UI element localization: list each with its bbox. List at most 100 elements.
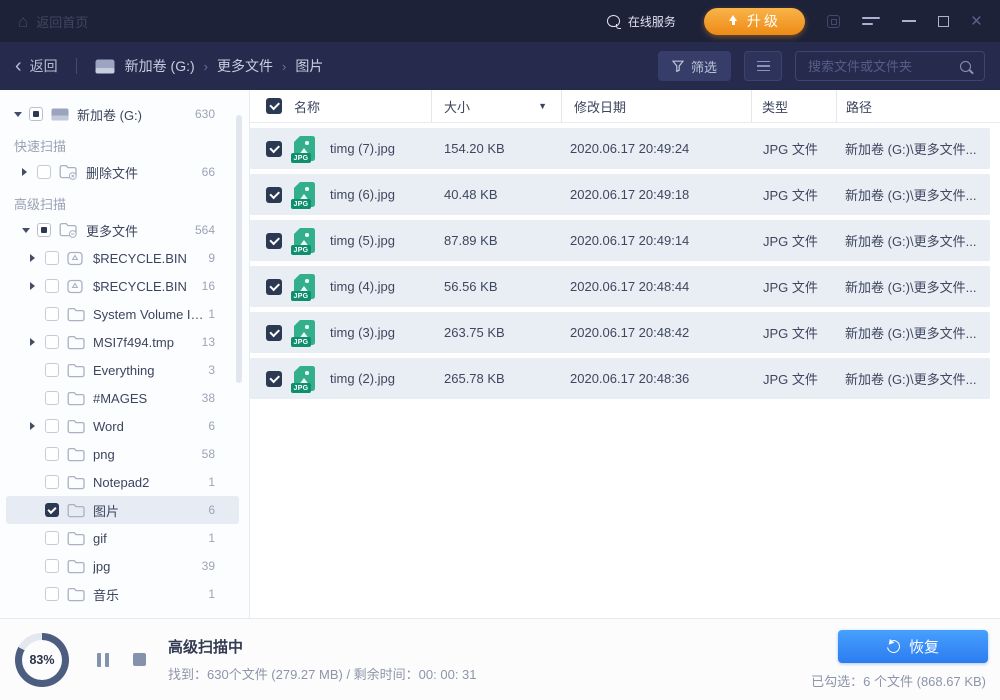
sidebar-item[interactable]: Word6	[6, 412, 239, 440]
item-count: 1	[208, 475, 239, 489]
tree-checkbox[interactable]	[45, 419, 59, 433]
tree-checkbox[interactable]	[45, 307, 59, 321]
file-date: 2020.06.17 20:49:24	[560, 141, 750, 156]
recover-button[interactable]: 恢复	[838, 630, 988, 663]
tree-checkbox[interactable]	[45, 559, 59, 573]
file-date: 2020.06.17 20:49:18	[560, 187, 750, 202]
back-button[interactable]: ‹ 返回	[15, 56, 58, 76]
sidebar-section-label: 高级扫描	[0, 190, 249, 216]
sidebar-item[interactable]: gif1	[6, 524, 239, 552]
expand-arrow-icon[interactable]	[22, 228, 34, 233]
scan-status-title: 高级扫描中	[168, 636, 477, 657]
sidebar-item[interactable]: 删除文件66	[6, 158, 239, 186]
tree-checkbox[interactable]	[45, 279, 59, 293]
breadcrumb-segment-current[interactable]: 图片	[295, 56, 323, 76]
sidebar-item[interactable]: $RECYCLE.BIN16	[6, 272, 239, 300]
sort-arrow-icon[interactable]: ▼	[538, 101, 547, 111]
item-label: 图片	[93, 501, 119, 520]
row-checkbox[interactable]	[266, 371, 282, 387]
item-label: MSI7f494.tmp	[93, 335, 174, 350]
feedback-button[interactable]	[827, 15, 840, 28]
online-service-button[interactable]: 在线服务	[601, 12, 682, 31]
filter-button[interactable]: 筛选	[658, 51, 731, 81]
tree-checkbox[interactable]	[45, 475, 59, 489]
tree-checkbox[interactable]	[37, 165, 51, 179]
sidebar-item[interactable]: 新加卷 (G:)630	[6, 100, 239, 128]
tree-checkbox[interactable]	[45, 503, 59, 517]
item-count: 13	[202, 335, 239, 349]
collapse-arrow-icon[interactable]	[22, 168, 34, 176]
column-header-size[interactable]: 大小 ▼	[431, 90, 561, 122]
select-all-checkbox[interactable]	[266, 98, 282, 114]
tree-checkbox[interactable]	[37, 223, 51, 237]
tree-checkbox[interactable]	[45, 447, 59, 461]
column-header-type[interactable]: 类型	[751, 90, 836, 122]
sidebar-item[interactable]: 更多文件564	[6, 216, 239, 244]
expand-arrow-icon[interactable]	[14, 112, 26, 117]
tree-checkbox[interactable]	[45, 363, 59, 377]
minimize-button[interactable]	[902, 20, 916, 22]
folder-icon	[67, 531, 85, 546]
file-row[interactable]: JPG timg (7).jpg 154.20 KB 2020.06.17 20…	[250, 128, 990, 169]
sidebar-item[interactable]: $RECYCLE.BIN9	[6, 244, 239, 272]
maximize-button[interactable]	[938, 16, 949, 27]
file-row[interactable]: JPG timg (4).jpg 56.56 KB 2020.06.17 20:…	[250, 266, 990, 307]
tree-checkbox[interactable]	[45, 335, 59, 349]
row-checkbox[interactable]	[266, 141, 282, 157]
sidebar-item[interactable]: 音乐1	[6, 580, 239, 608]
folder-icon	[67, 475, 85, 490]
tree-checkbox[interactable]	[45, 531, 59, 545]
home-button[interactable]: ⌂ 返回首页	[18, 12, 88, 31]
sidebar-scrollbar[interactable]	[236, 115, 242, 383]
tree-checkbox[interactable]	[45, 587, 59, 601]
menu-button[interactable]	[862, 17, 880, 25]
row-checkbox[interactable]	[266, 325, 282, 341]
item-label: $RECYCLE.BIN	[93, 251, 187, 266]
row-checkbox[interactable]	[266, 187, 282, 203]
file-row[interactable]: JPG timg (3).jpg 263.75 KB 2020.06.17 20…	[250, 312, 990, 353]
collapse-arrow-icon[interactable]	[30, 254, 42, 262]
search-input[interactable]	[796, 59, 960, 74]
column-header-date[interactable]: 修改日期	[561, 90, 751, 122]
file-row[interactable]: JPG timg (2).jpg 265.78 KB 2020.06.17 20…	[250, 358, 990, 399]
upgrade-button[interactable]: 升级	[704, 8, 805, 35]
row-checkbox[interactable]	[266, 233, 282, 249]
collapse-arrow-icon[interactable]	[30, 422, 42, 430]
close-button[interactable]: ×	[971, 12, 982, 31]
row-checkbox[interactable]	[266, 279, 282, 295]
breadcrumb-segment-drive[interactable]: 新加卷 (G:)	[125, 56, 195, 76]
tree-checkbox[interactable]	[29, 107, 43, 121]
file-path: 新加卷 (G:)\更多文件...	[835, 277, 990, 296]
file-size: 56.56 KB	[430, 279, 560, 294]
file-row[interactable]: JPG timg (5).jpg 87.89 KB 2020.06.17 20:…	[250, 220, 990, 261]
item-count: 6	[208, 503, 239, 517]
sidebar-item[interactable]: jpg39	[6, 552, 239, 580]
sidebar-item[interactable]: Notepad21	[6, 468, 239, 496]
file-row[interactable]: JPG timg (6).jpg 40.48 KB 2020.06.17 20:…	[250, 174, 990, 215]
folder-icon	[67, 503, 85, 518]
menu-icon	[862, 17, 880, 25]
sidebar-item[interactable]: png58	[6, 440, 239, 468]
sidebar-item[interactable]: System Volume Inf...1	[6, 300, 239, 328]
collapse-arrow-icon[interactable]	[30, 282, 42, 290]
pause-icon	[97, 653, 101, 667]
tree-checkbox[interactable]	[45, 251, 59, 265]
jpg-file-icon: JPG	[294, 320, 315, 345]
file-name: timg (4).jpg	[330, 279, 430, 294]
breadcrumb-segment-folder[interactable]: 更多文件	[217, 56, 273, 76]
column-header-path[interactable]: 路径	[836, 90, 1000, 122]
list-view-button[interactable]	[744, 51, 782, 81]
collapse-arrow-icon[interactable]	[30, 338, 42, 346]
sidebar-item[interactable]: MSI7f494.tmp 13	[6, 328, 239, 356]
tree-checkbox[interactable]	[45, 391, 59, 405]
upgrade-arrow-icon	[728, 15, 739, 27]
pause-button[interactable]	[97, 653, 109, 667]
column-header-name[interactable]: 名称	[294, 90, 431, 122]
item-label: png	[93, 447, 115, 462]
stop-button[interactable]	[133, 653, 146, 666]
item-count: 6	[208, 419, 239, 433]
sidebar-item[interactable]: #MAGES38	[6, 384, 239, 412]
search-icon[interactable]	[960, 61, 971, 72]
sidebar-item[interactable]: Everything3	[6, 356, 239, 384]
sidebar-item[interactable]: 图片 6	[6, 496, 239, 524]
